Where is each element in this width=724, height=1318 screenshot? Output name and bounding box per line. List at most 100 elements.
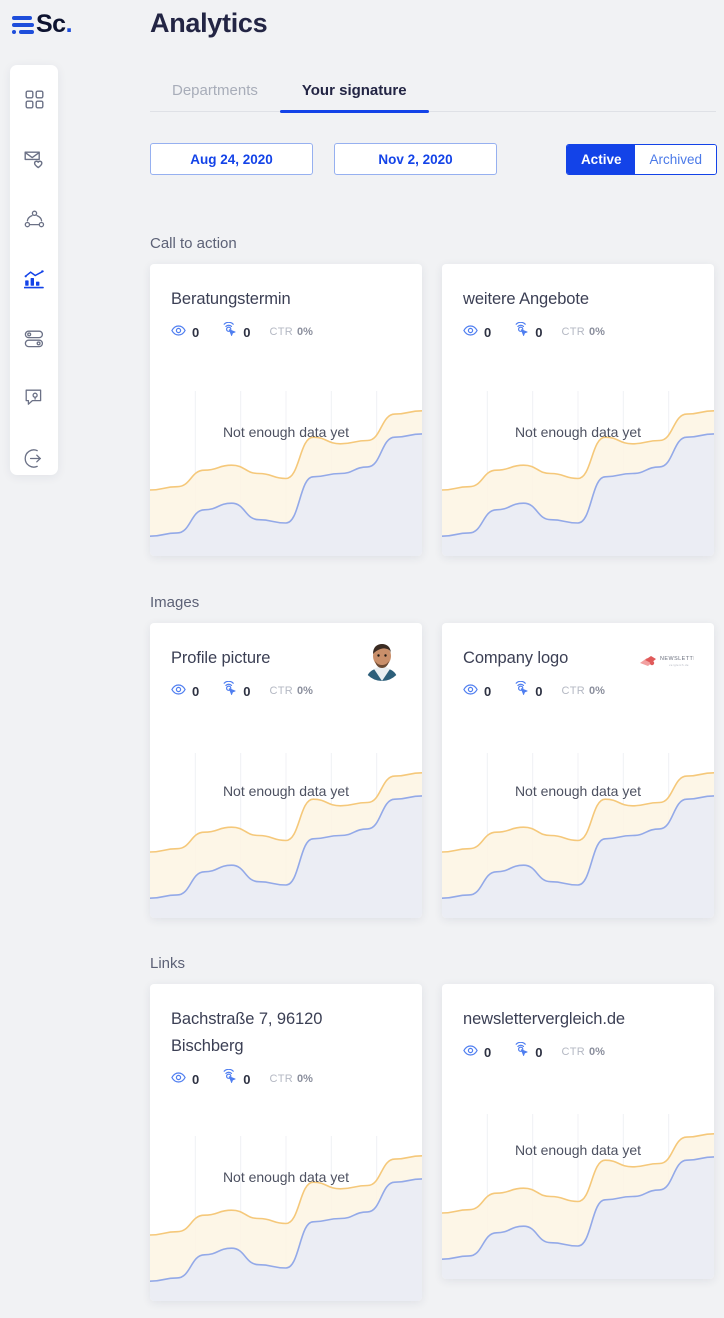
clicks-stat: 0 bbox=[222, 681, 250, 701]
date-end-button[interactable]: Nov 2, 2020 bbox=[334, 143, 497, 175]
card-stats: 0 0 CTR 0% bbox=[463, 1042, 693, 1062]
company-logo-thumbnail: NEWSLETTERvergleich.de bbox=[636, 647, 694, 673]
click-icon bbox=[222, 1069, 237, 1089]
eye-icon bbox=[171, 682, 186, 700]
svg-text:vergleich.de: vergleich.de bbox=[669, 663, 689, 667]
analytics-card[interactable]: Bachstraße 7, 96120 Bischberg 0 0 CTR 0% Not … bbox=[150, 984, 422, 1301]
clicks-stat: 0 bbox=[514, 681, 542, 701]
eye-icon bbox=[171, 1070, 186, 1088]
clicks-stat: 0 bbox=[514, 1042, 542, 1062]
tab-your-signature[interactable]: Your signature bbox=[279, 78, 429, 113]
eye-icon bbox=[171, 323, 186, 341]
ctr-label: CTR bbox=[561, 1046, 585, 1059]
section-title: Call to action bbox=[150, 235, 237, 252]
sidebar-item-analytics[interactable] bbox=[17, 262, 51, 296]
card-header: Company logo00CTR0%NEWSLETTERvergleich.d… bbox=[442, 623, 714, 701]
views-count: 0 bbox=[484, 324, 492, 340]
toggles-icon bbox=[24, 329, 45, 349]
ctr-value: 0% bbox=[588, 685, 605, 698]
bar-chart-icon bbox=[23, 269, 45, 289]
ctr-label: CTR bbox=[269, 1073, 293, 1086]
sidebar-item-dashboard[interactable] bbox=[17, 83, 51, 117]
card-header: Profile picture 0 0 CTR 0% bbox=[150, 623, 422, 701]
card-sparkline-chart bbox=[442, 753, 714, 918]
ctr-value: 0% bbox=[588, 326, 605, 339]
card-stats: 0 0 CTR 0% bbox=[463, 681, 693, 701]
empty-state-label: Not enough data yet bbox=[222, 424, 350, 440]
analytics-card[interactable]: Profile picture 0 0 CTR 0% Not enough data ye… bbox=[150, 623, 422, 918]
empty-state-label: Not enough data yet bbox=[514, 783, 642, 799]
page-title: Analytics bbox=[150, 8, 268, 38]
clicks-count: 0 bbox=[243, 324, 251, 340]
ctr-label: CTR bbox=[269, 685, 293, 698]
card-sparkline-chart bbox=[150, 1136, 422, 1301]
views-count: 0 bbox=[484, 1044, 492, 1060]
analytics-card[interactable]: Company logo00CTR0%NEWSLETTERvergleich.d… bbox=[442, 623, 714, 918]
sidebar-item-team[interactable] bbox=[17, 202, 51, 236]
users-network-icon bbox=[24, 210, 45, 229]
views-count: 0 bbox=[484, 683, 492, 699]
ctr-stat: CTR 0% bbox=[269, 326, 312, 338]
tab-departments[interactable]: Departments bbox=[150, 78, 280, 111]
empty-state-label: Not enough data yet bbox=[222, 783, 350, 799]
card-sparkline-chart bbox=[442, 391, 714, 556]
views-count: 0 bbox=[192, 324, 200, 340]
click-icon bbox=[514, 322, 529, 342]
analytics-card[interactable]: Beratungstermin 0 0 CTR 0% Not enough data ye… bbox=[150, 264, 422, 556]
ctr-value: 0% bbox=[296, 1073, 313, 1086]
svg-text:NEWSLETTER: NEWSLETTER bbox=[660, 656, 694, 662]
empty-state-label: Not enough data yet bbox=[222, 1169, 350, 1185]
card-stats: 0 0 CTR 0% bbox=[463, 322, 693, 342]
logo-wordmark: Sc. bbox=[36, 10, 73, 38]
card-sparkline-chart bbox=[442, 1114, 714, 1279]
views-stat: 0 bbox=[463, 682, 491, 700]
eye-icon bbox=[463, 1043, 478, 1061]
card-header: weitere Angebote 0 0 CTR 0% bbox=[442, 264, 714, 342]
analytics-card[interactable]: newslettervergleich.de 0 0 CTR 0% Not enough … bbox=[442, 984, 714, 1279]
card-stats: 0 0 CTR 0% bbox=[171, 1069, 401, 1089]
clicks-count: 0 bbox=[535, 324, 543, 340]
card-stats: 0 0 CTR 0% bbox=[171, 681, 401, 701]
tab-bar: Departments Your signature bbox=[150, 78, 716, 113]
card-title: weitere Angebote bbox=[463, 290, 589, 308]
sidebar-item-campaigns[interactable] bbox=[17, 143, 51, 177]
eye-icon bbox=[463, 323, 478, 341]
logo-bars-icon bbox=[12, 15, 34, 34]
clicks-stat: 0 bbox=[222, 1069, 250, 1089]
ctr-stat: CTR 0% bbox=[269, 685, 312, 697]
filter-bar: Aug 24, 2020 Nov 2, 2020 Active Archived bbox=[150, 143, 717, 175]
date-start-button[interactable]: Aug 24, 2020 bbox=[150, 143, 313, 175]
card-header: Bachstraße 7, 96120 Bischberg 0 0 CTR 0% bbox=[150, 984, 422, 1089]
card-header: Beratungstermin 0 0 CTR 0% bbox=[150, 264, 422, 342]
sidebar-item-feedback[interactable] bbox=[17, 382, 51, 416]
click-icon bbox=[514, 1042, 529, 1062]
card-title: Bachstraße 7, 96120 Bischberg bbox=[171, 1010, 323, 1056]
clicks-stat: 0 bbox=[514, 322, 542, 342]
click-icon bbox=[222, 681, 237, 701]
views-stat: 0 bbox=[171, 1070, 199, 1088]
sidebar-item-logout[interactable] bbox=[17, 441, 51, 475]
ctr-value: 0% bbox=[296, 685, 313, 698]
views-stat: 0 bbox=[171, 323, 199, 341]
sidebar bbox=[10, 65, 58, 475]
views-count: 0 bbox=[192, 683, 200, 699]
click-icon bbox=[222, 322, 237, 342]
card-title: Beratungstermin bbox=[171, 290, 291, 308]
clicks-count: 0 bbox=[243, 1071, 251, 1087]
logout-icon bbox=[24, 448, 45, 469]
sidebar-item-integrations[interactable] bbox=[17, 322, 51, 356]
clicks-count: 0 bbox=[535, 1044, 543, 1060]
views-stat: 0 bbox=[171, 682, 199, 700]
status-active-button[interactable]: Active bbox=[566, 145, 636, 174]
chat-location-icon bbox=[24, 388, 45, 408]
analytics-card[interactable]: weitere Angebote 0 0 CTR 0% Not enough data y… bbox=[442, 264, 714, 556]
eye-icon bbox=[463, 682, 478, 700]
ctr-stat: CTR 0% bbox=[561, 1046, 604, 1058]
empty-state-label: Not enough data yet bbox=[514, 1142, 642, 1158]
ctr-label: CTR bbox=[561, 326, 585, 339]
status-archived-button[interactable]: Archived bbox=[635, 145, 716, 174]
ctr-label: CTR bbox=[561, 685, 585, 698]
app-logo[interactable]: Sc. bbox=[12, 10, 73, 38]
card-header: newslettervergleich.de 0 0 CTR 0% bbox=[442, 984, 714, 1062]
profile-photo-thumbnail bbox=[362, 641, 402, 681]
